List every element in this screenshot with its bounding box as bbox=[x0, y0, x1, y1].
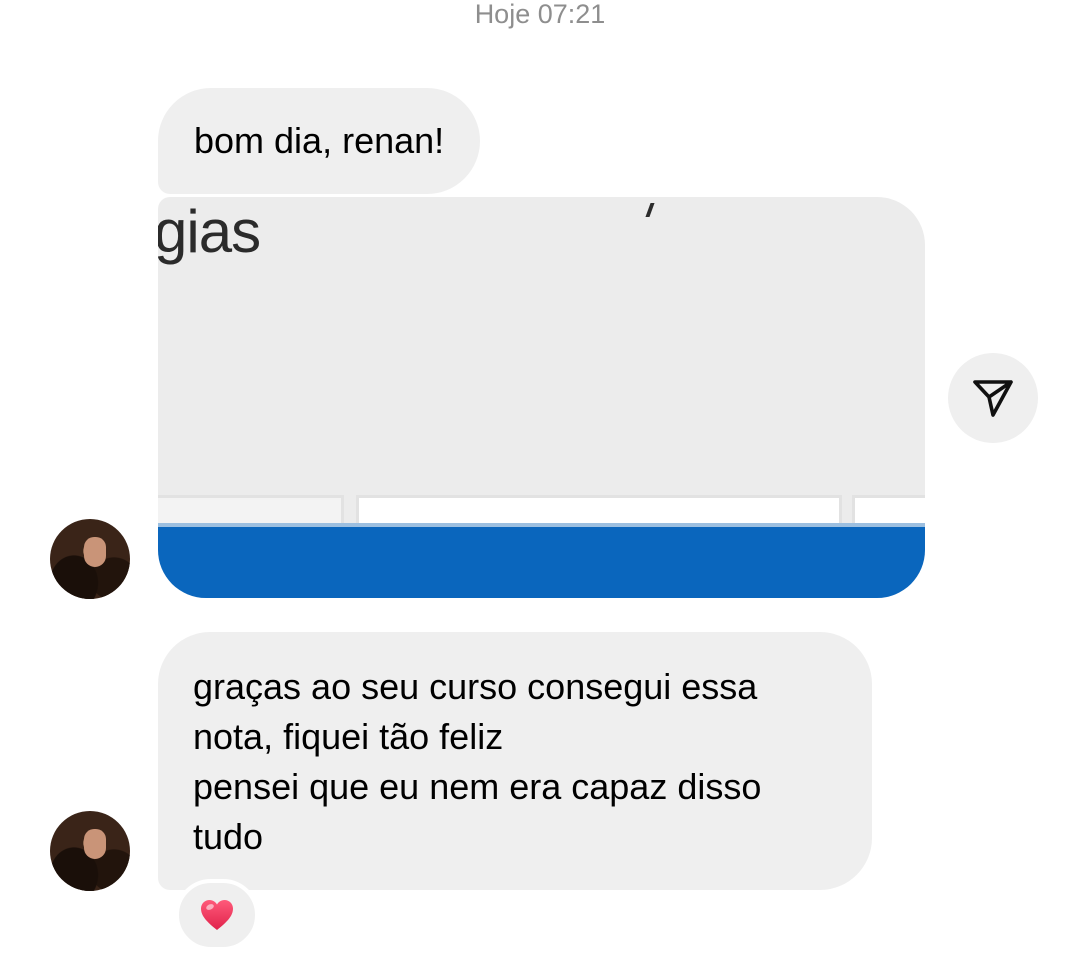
message-line: nota, fiquei tão feliz bbox=[193, 716, 504, 757]
share-button[interactable] bbox=[948, 353, 1038, 443]
image-message[interactable]: gias 940 P bbox=[158, 197, 925, 598]
heart-icon bbox=[201, 900, 233, 930]
heart-reaction[interactable] bbox=[175, 879, 259, 951]
image-fragment-mark bbox=[645, 203, 655, 217]
message-line: pensei que eu nem era capaz disso bbox=[193, 766, 762, 807]
image-fragment-text: gias bbox=[158, 198, 261, 265]
avatar[interactable] bbox=[50, 519, 130, 599]
avatar-face bbox=[84, 829, 106, 859]
avatar[interactable] bbox=[50, 811, 130, 891]
message-bubble-thanks[interactable]: graças ao seu curso consegui essa nota, … bbox=[158, 632, 872, 890]
message-bubble-greeting[interactable]: bom dia, renan! bbox=[158, 88, 481, 194]
message-line: graças ao seu curso consegui essa bbox=[193, 666, 758, 707]
message-line: tudo bbox=[193, 816, 264, 857]
paper-plane-icon bbox=[973, 380, 1013, 417]
message-text: bom dia, renan! bbox=[194, 120, 445, 161]
timestamp: Hoje 07:21 bbox=[474, 0, 606, 29]
image-blue-bar bbox=[158, 523, 925, 598]
avatar-face bbox=[84, 537, 106, 567]
